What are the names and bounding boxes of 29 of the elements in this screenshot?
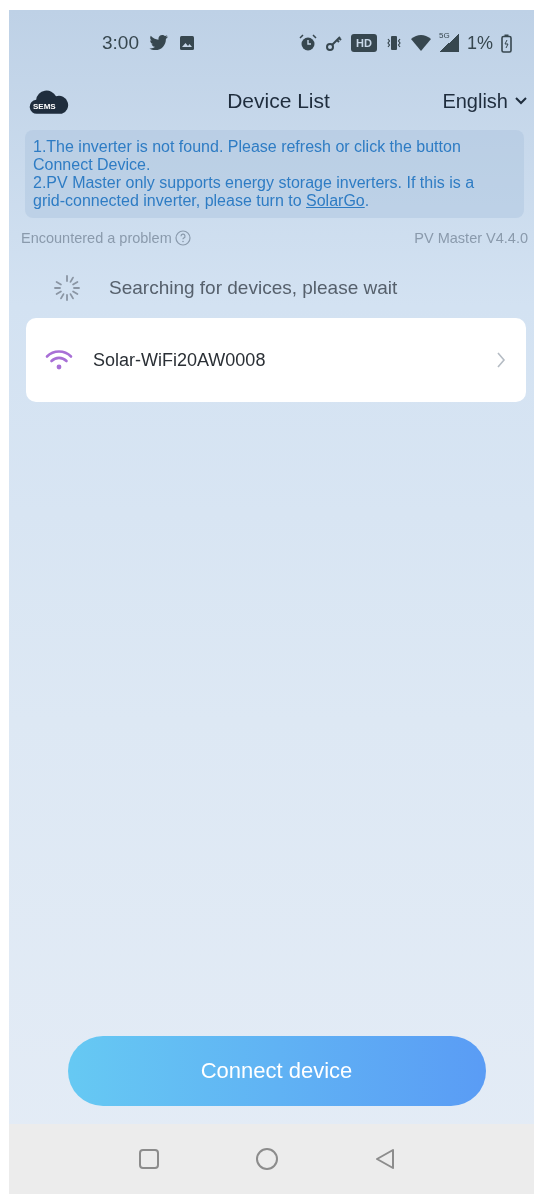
notice-text: 2.PV Master only supports energy storage inverters. If this is a grid-connected inverter, please turn to SolarGo. [33, 174, 476, 210]
loading-spinner-icon [53, 274, 81, 302]
battery-icon [501, 33, 512, 53]
home-icon[interactable] [254, 1147, 279, 1171]
key-icon [325, 34, 344, 52]
wifi-signal-icon [411, 35, 431, 51]
language-selector[interactable]: English [442, 89, 528, 113]
notice-text: 1.The inverter is not found. Please refresh or click the button Connect Device. [33, 138, 462, 174]
chevron-down-icon [514, 96, 528, 106]
image-icon [179, 35, 195, 51]
chevron-right-icon [496, 351, 506, 369]
recent-apps-icon[interactable] [137, 1148, 160, 1170]
clock-time: 3:00 [102, 32, 139, 54]
help-icon [174, 230, 191, 246]
alarm-icon [299, 34, 318, 52]
searching-status: Searching for devices, please wait [109, 277, 398, 299]
battery-percent: 1% [467, 32, 493, 54]
app-version: PV Master V4.4.0 [414, 230, 528, 246]
hd-badge: HD [351, 34, 377, 52]
device-list-item[interactable]: Solar-WiFi20AW0008 [26, 318, 526, 402]
solargo-link[interactable]: SolarGo [306, 192, 365, 209]
problem-link[interactable]: Encountered a problem [21, 230, 191, 246]
bird-icon [149, 35, 169, 51]
wifi-icon [45, 349, 73, 371]
cellular-signal-icon: 5G [439, 34, 459, 52]
page-title: Device List [227, 89, 330, 113]
back-icon[interactable] [373, 1148, 396, 1170]
vibrate-icon [385, 34, 403, 52]
connect-device-button[interactable]: Connect device [67, 1036, 486, 1106]
